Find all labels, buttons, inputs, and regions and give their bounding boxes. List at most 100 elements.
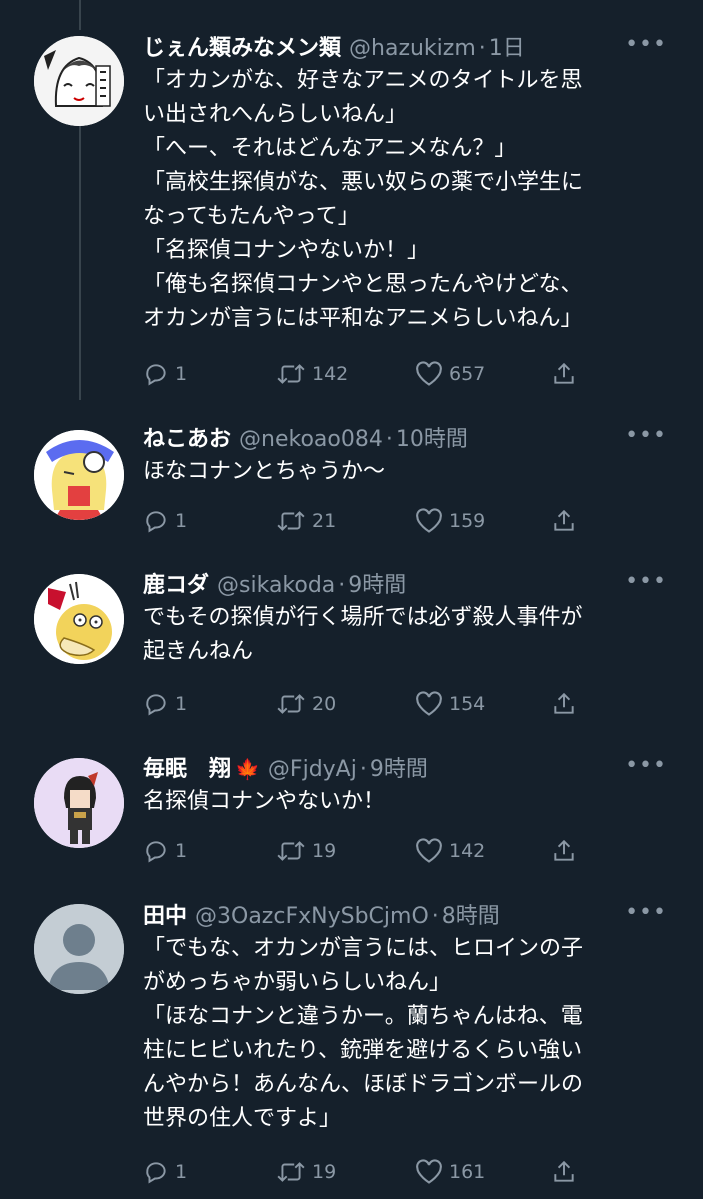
retweet-icon <box>277 1162 305 1182</box>
user-handle[interactable]: @hazukizm <box>349 36 476 61</box>
user-handle[interactable]: @nekoao084 <box>239 427 383 452</box>
user-handle[interactable]: @3OazcFxNySbCjmO <box>195 904 429 929</box>
tweet-line: 「俺も名探偵コナンやと思ったんやけどな、 <box>143 272 583 297</box>
thread-line <box>79 122 81 400</box>
retweet-button[interactable]: 142 <box>276 361 348 387</box>
tweet-header: 鹿コダ @sikakoda · 9時間 ••• <box>143 567 666 603</box>
share-icon <box>554 362 574 384</box>
manga-avatar[interactable] <box>34 36 124 126</box>
tweet-line: がめっちゃか弱いらしいねん」 <box>143 970 452 995</box>
retweet-icon <box>277 841 305 861</box>
display-name[interactable]: 毎眠 翔 <box>143 751 231 783</box>
tweet-line: 「オカンがな、好きなアニメのタイトルを思 <box>143 68 583 93</box>
display-name[interactable]: 鹿コダ <box>143 567 209 599</box>
more-options-icon[interactable]: ••• <box>625 753 667 778</box>
default-avatar[interactable] <box>34 904 124 994</box>
tweet-text: でもその探偵が行く場所では必ず殺人事件が 起きんねん <box>143 601 663 669</box>
heart-icon <box>416 1159 442 1184</box>
tweet-actions: 1 21 159 <box>143 508 583 538</box>
tweet-text: ほなコナンとちゃうか〜 <box>143 455 663 489</box>
tweet-header: ねこあお @nekoao084 · 10時間 ••• <box>143 421 666 457</box>
reply-button[interactable]: 1 <box>143 508 187 534</box>
share-button[interactable] <box>551 838 583 864</box>
display-name[interactable]: ねこあお <box>143 421 231 453</box>
tweet-line: い出されへんらしいねん」 <box>143 102 408 127</box>
retweet-count: 142 <box>312 363 349 385</box>
tweet-text: 「オカンがな、好きなアニメのタイトルを思 い出されへんらしいねん」 「へー、それ… <box>143 64 663 336</box>
reply-count: 1 <box>175 510 188 532</box>
more-options-icon[interactable]: ••• <box>625 423 667 448</box>
reply-count: 1 <box>175 1161 188 1183</box>
timestamp[interactable]: 9時間 <box>348 567 406 599</box>
retweet-icon <box>277 364 305 384</box>
tweet-header: じぇん類みなメン類 @hazukizm · 1日 ••• <box>143 30 666 66</box>
reply-button[interactable]: 1 <box>143 361 187 387</box>
tweet-line: でもその探偵が行く場所では必ず殺人事件が <box>143 605 583 630</box>
tweet-line: 「でもな、オカンが言うには、ヒロインの子 <box>143 936 584 961</box>
user-handle[interactable]: @FjdyAj <box>268 757 357 782</box>
heart-icon <box>416 691 442 716</box>
timestamp[interactable]: 1日 <box>489 30 525 62</box>
display-name[interactable]: じぇん類みなメン類 <box>143 30 341 62</box>
separator-dot: · <box>385 427 393 452</box>
timestamp[interactable]: 10時間 <box>396 421 468 453</box>
tweet-line: 「高校生探偵がな、悪い奴らの薬で小学生に <box>143 170 584 195</box>
tweet-header: 毎眠 翔 🍁 @FjdyAj · 9時間 ••• <box>143 751 666 787</box>
heart-icon <box>416 361 442 386</box>
more-options-icon[interactable]: ••• <box>625 569 667 594</box>
separator-dot: · <box>359 757 367 782</box>
reply-count: 1 <box>175 840 188 862</box>
retweet-count: 19 <box>312 840 337 862</box>
retweet-button[interactable]: 20 <box>276 691 336 717</box>
anime-avatar[interactable] <box>34 430 124 520</box>
retweet-count: 19 <box>312 1161 337 1183</box>
reply-button[interactable]: 1 <box>143 691 187 717</box>
like-button[interactable]: 161 <box>415 1159 485 1185</box>
timestamp[interactable]: 8時間 <box>442 898 500 930</box>
more-options-icon[interactable]: ••• <box>625 32 667 57</box>
user-handle[interactable]: @sikakoda <box>217 573 335 598</box>
tweet-text: 名探偵コナンやないか！ <box>143 785 663 819</box>
tweet-line: 柱にヒビいれたり、銃弾を避けるくらい強い <box>143 1038 583 1063</box>
reply-button[interactable]: 1 <box>143 1159 187 1185</box>
like-button[interactable]: 154 <box>415 691 485 717</box>
like-button[interactable]: 159 <box>415 508 485 534</box>
tweet-actions: 1 19 142 <box>143 838 583 868</box>
tweet-line: 「ほなコナンと違うかー。蘭ちゃんはね、電 <box>143 1004 583 1029</box>
share-button[interactable] <box>551 1159 583 1185</box>
retweet-count: 21 <box>312 510 337 532</box>
retweet-button[interactable]: 19 <box>276 1159 336 1185</box>
reply-icon <box>146 511 166 533</box>
psyduck-avatar[interactable] <box>34 574 124 664</box>
share-icon <box>554 839 574 861</box>
more-options-icon[interactable]: ••• <box>625 900 667 925</box>
retweet-icon <box>277 694 305 714</box>
tweet-line: んやから！あんなん、ほぼドラゴンボールの <box>143 1072 584 1097</box>
reply-icon <box>146 694 166 716</box>
share-icon <box>554 1160 574 1182</box>
share-button[interactable] <box>551 508 583 534</box>
retweet-count: 20 <box>312 693 337 715</box>
reply-icon <box>146 364 166 386</box>
like-button[interactable]: 142 <box>415 838 485 864</box>
reply-icon <box>146 1162 166 1184</box>
reply-button[interactable]: 1 <box>143 838 187 864</box>
tweet-line: なってもたんやって」 <box>143 204 360 229</box>
retweet-button[interactable]: 21 <box>276 508 336 534</box>
heart-icon <box>416 838 442 863</box>
share-button[interactable] <box>551 691 583 717</box>
retweet-button[interactable]: 19 <box>276 838 336 864</box>
tweet-line: 「へー、それはどんなアニメなん？」 <box>143 136 517 161</box>
reply-count: 1 <box>175 693 188 715</box>
retweet-icon <box>277 511 305 531</box>
display-name[interactable]: 田中 <box>143 898 187 930</box>
like-button[interactable]: 657 <box>415 361 485 387</box>
tweet-line: ほなコナンとちゃうか〜 <box>143 459 386 484</box>
tweet-text: 「でもな、オカンが言うには、ヒロインの子 がめっちゃか弱いらしいねん」 「ほなコ… <box>143 932 663 1136</box>
tweet-actions: 1 19 161 <box>143 1159 583 1189</box>
timestamp[interactable]: 9時間 <box>370 751 428 783</box>
character-avatar[interactable] <box>34 758 124 848</box>
maple-leaf-icon: 🍁 <box>235 757 260 781</box>
tweet-line: オカンが言うには平和なアニメらしいねん」 <box>143 306 583 331</box>
share-button[interactable] <box>551 361 583 387</box>
